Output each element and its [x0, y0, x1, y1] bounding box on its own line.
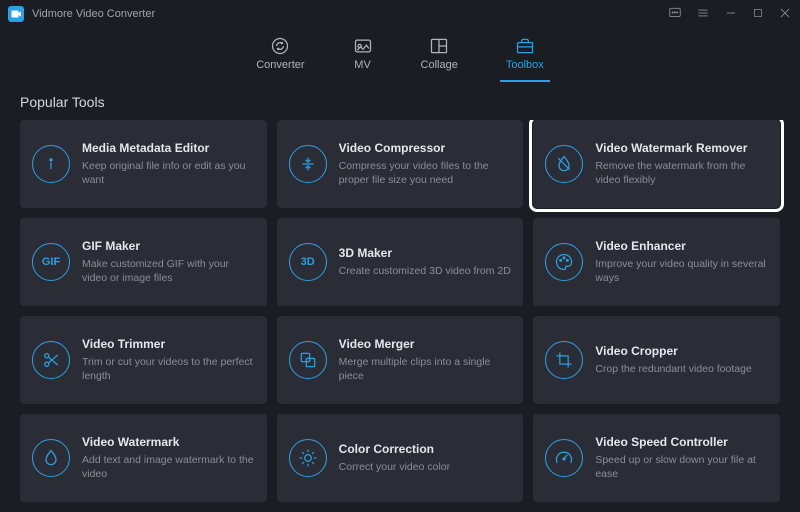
- tab-label: Converter: [256, 59, 304, 71]
- tool-card-title: Video Watermark: [82, 435, 255, 449]
- tool-card-desc: Remove the watermark from the video flex…: [595, 159, 768, 187]
- tool-card-text: Video Enhancer Improve your video quality…: [595, 239, 768, 285]
- tool-card-text: Video Watermark Remover Remove the waterm…: [595, 141, 768, 187]
- tools-grid: Media Metadata Editor Keep original file …: [0, 120, 800, 512]
- tool-card-text: 3D Maker Create customized 3D video from …: [339, 246, 512, 278]
- app-logo: [8, 6, 24, 22]
- collage-icon: [429, 36, 449, 56]
- tool-card[interactable]: Video Merger Merge multiple clips into a …: [277, 316, 524, 404]
- tool-card-desc: Correct your video color: [339, 460, 512, 474]
- app-title: Vidmore Video Converter: [32, 8, 155, 20]
- tool-card[interactable]: Media Metadata Editor Keep original file …: [20, 120, 267, 208]
- tool-card-desc: Trim or cut your videos to the perfect l…: [82, 355, 255, 383]
- tool-card-title: Video Cropper: [595, 344, 768, 358]
- tab-label: Collage: [421, 59, 458, 71]
- tool-card-text: Video Cropper Crop the redundant video fo…: [595, 344, 768, 376]
- section-title: Popular Tools: [0, 82, 800, 120]
- tool-card-title: Media Metadata Editor: [82, 141, 255, 155]
- tool-card[interactable]: GIF GIF Maker Make customized GIF with you…: [20, 218, 267, 306]
- tool-card-desc: Speed up or slow down your file at ease: [595, 453, 768, 481]
- tool-card-desc: Improve your video quality in several wa…: [595, 257, 768, 285]
- tool-card-text: Video Speed Controller Speed up or slow d…: [595, 435, 768, 481]
- close-icon[interactable]: [778, 6, 792, 23]
- compress-icon: [289, 145, 327, 183]
- tool-card-text: Video Watermark Add text and image waterm…: [82, 435, 255, 481]
- toolbox-icon: [515, 36, 535, 56]
- title-bar: Vidmore Video Converter: [0, 0, 800, 28]
- tool-card[interactable]: Video Speed Controller Speed up or slow d…: [533, 414, 780, 502]
- scissors-icon: [32, 341, 70, 379]
- tool-card-desc: Add text and image watermark to the vide…: [82, 453, 255, 481]
- tool-card[interactable]: Video Cropper Crop the redundant video fo…: [533, 316, 780, 404]
- tool-card-desc: Compress your video files to the proper …: [339, 159, 512, 187]
- tool-card-desc: Crop the redundant video footage: [595, 362, 768, 376]
- tab-label: Toolbox: [506, 59, 544, 71]
- tool-card-title: 3D Maker: [339, 246, 512, 260]
- tool-card-desc: Make customized GIF with your video or i…: [82, 257, 255, 285]
- tool-card-title: GIF Maker: [82, 239, 255, 253]
- tab-toolbox[interactable]: Toolbox: [506, 36, 544, 82]
- tab-collage[interactable]: Collage: [421, 36, 458, 82]
- converter-icon: [270, 36, 290, 56]
- gif-icon: GIF: [32, 243, 70, 281]
- tool-card-title: Video Speed Controller: [595, 435, 768, 449]
- wmremove-icon: [545, 145, 583, 183]
- info-icon: [32, 145, 70, 183]
- main-tabs: Converter MV Collage Toolbox: [0, 28, 800, 82]
- tool-card-text: GIF Maker Make customized GIF with your v…: [82, 239, 255, 285]
- tool-card[interactable]: Color Correction Correct your video color: [277, 414, 524, 502]
- tool-card[interactable]: 3D 3D Maker Create customized 3D video fro…: [277, 218, 524, 306]
- merge-icon: [289, 341, 327, 379]
- speed-icon: [545, 439, 583, 477]
- mv-icon: [353, 36, 373, 56]
- tool-card-title: Video Enhancer: [595, 239, 768, 253]
- tool-card[interactable]: Video Trimmer Trim or cut your videos to …: [20, 316, 267, 404]
- tool-card-desc: Merge multiple clips into a single piece: [339, 355, 512, 383]
- crop-icon: [545, 341, 583, 379]
- tool-card-title: Video Compressor: [339, 141, 512, 155]
- tool-card[interactable]: Video Watermark Remover Remove the waterm…: [533, 120, 780, 208]
- minimize-icon[interactable]: [724, 6, 738, 23]
- tool-card[interactable]: Video Enhancer Improve your video quality…: [533, 218, 780, 306]
- tool-card[interactable]: Video Watermark Add text and image waterm…: [20, 414, 267, 502]
- 3d-icon: 3D: [289, 243, 327, 281]
- tool-card-text: Video Compressor Compress your video file…: [339, 141, 512, 187]
- tool-card-desc: Create customized 3D video from 2D: [339, 264, 512, 278]
- tool-card-text: Video Trimmer Trim or cut your videos to …: [82, 337, 255, 383]
- palette-icon: [545, 243, 583, 281]
- drop-icon: [32, 439, 70, 477]
- tool-card-text: Video Merger Merge multiple clips into a …: [339, 337, 512, 383]
- sun-icon: [289, 439, 327, 477]
- menu-icon[interactable]: [696, 6, 710, 23]
- tool-card-title: Video Watermark Remover: [595, 141, 768, 155]
- window-controls: [668, 6, 792, 23]
- maximize-icon[interactable]: [752, 7, 764, 22]
- tab-mv[interactable]: MV: [353, 36, 373, 82]
- tool-card-title: Video Trimmer: [82, 337, 255, 351]
- tool-card-title: Video Merger: [339, 337, 512, 351]
- tool-card-desc: Keep original file info or edit as you w…: [82, 159, 255, 187]
- tool-card-text: Color Correction Correct your video color: [339, 442, 512, 474]
- tab-label: MV: [354, 59, 371, 71]
- tab-converter[interactable]: Converter: [256, 36, 304, 82]
- tool-card-text: Media Metadata Editor Keep original file …: [82, 141, 255, 187]
- feedback-icon[interactable]: [668, 6, 682, 23]
- tool-card[interactable]: Video Compressor Compress your video file…: [277, 120, 524, 208]
- tool-card-title: Color Correction: [339, 442, 512, 456]
